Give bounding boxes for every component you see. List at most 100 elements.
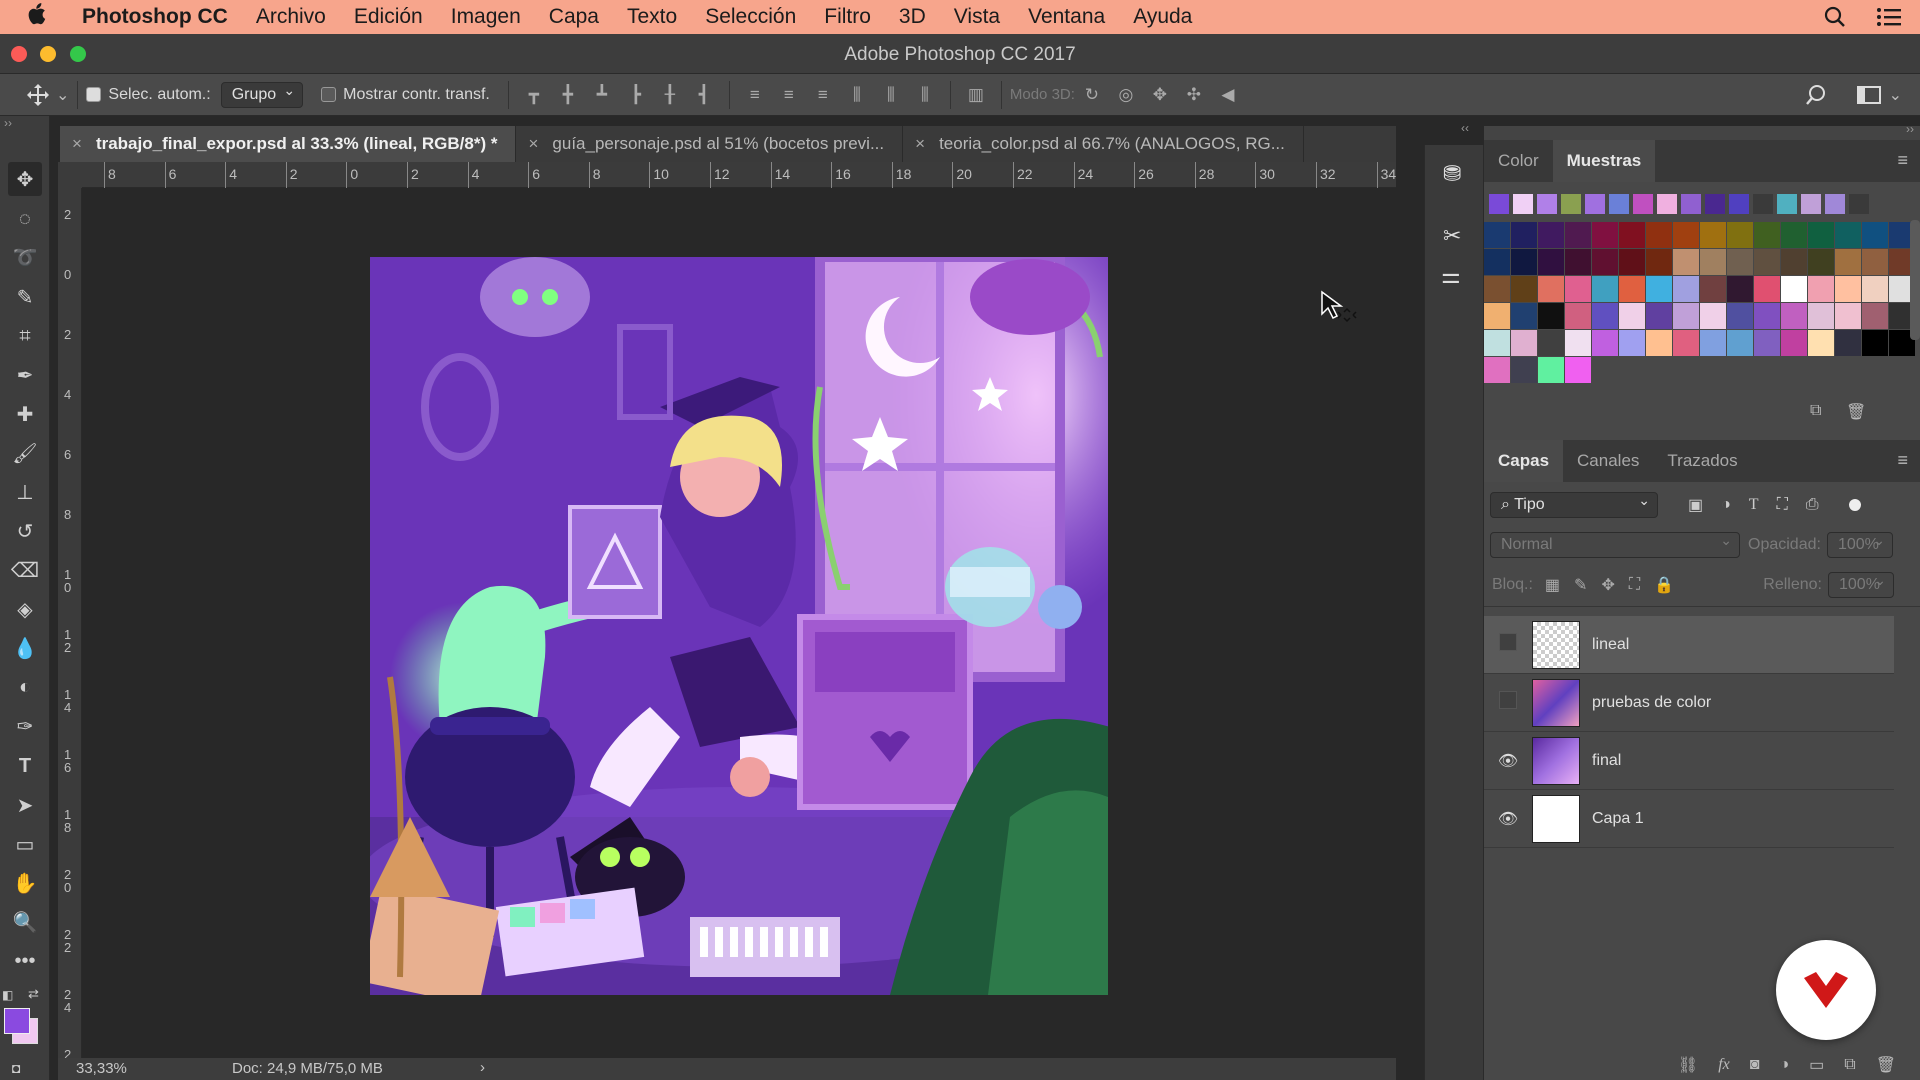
color-swatch[interactable] xyxy=(1754,249,1780,275)
color-swatch[interactable] xyxy=(1619,222,1645,248)
color-swatch[interactable] xyxy=(1538,249,1564,275)
filter-pixel-icon[interactable]: ▣ xyxy=(1688,495,1703,515)
zoom-level[interactable]: 33,33% xyxy=(76,1060,127,1077)
recent-swatch[interactable] xyxy=(1585,194,1605,214)
slide-3d-icon[interactable]: ✣ xyxy=(1184,85,1204,105)
color-swatch[interactable] xyxy=(1538,276,1564,302)
layer-name[interactable]: Capa 1 xyxy=(1592,810,1644,828)
tab-muestras[interactable]: Muestras xyxy=(1552,140,1656,182)
workspace-chevron-icon[interactable]: ⌄ xyxy=(1889,85,1902,105)
color-swatch[interactable] xyxy=(1835,249,1861,275)
auto-select-checkbox[interactable] xyxy=(86,87,102,102)
color-swatch[interactable] xyxy=(1808,222,1834,248)
menu-3d[interactable]: 3D xyxy=(899,5,926,29)
color-swatch[interactable] xyxy=(1700,276,1726,302)
color-swatch[interactable] xyxy=(1646,330,1672,356)
rectangle-tool-button[interactable]: ▭ xyxy=(8,827,42,861)
dodge-tool-button[interactable]: ◐ xyxy=(8,670,42,704)
tab-trazados[interactable]: Trazados xyxy=(1653,440,1751,482)
color-swatch[interactable] xyxy=(1862,222,1888,248)
tab-guia-personaje[interactable]: × guía_personaje.psd al 51% (bocetos pre… xyxy=(516,126,904,162)
menu-vista[interactable]: Vista xyxy=(954,5,1000,29)
move-tool-icon[interactable] xyxy=(26,83,50,107)
collapse-dock-icon[interactable]: ‹‹ xyxy=(1461,121,1469,135)
color-swatch[interactable] xyxy=(1592,222,1618,248)
align-left-icon[interactable]: ┣ xyxy=(626,85,646,105)
recent-swatch[interactable] xyxy=(1801,194,1821,214)
expand-panels-icon[interactable]: ›› xyxy=(1906,122,1914,136)
drag-3d-icon[interactable]: ✥ xyxy=(1150,85,1170,105)
color-swatch[interactable] xyxy=(1646,222,1672,248)
color-swatch[interactable] xyxy=(1511,249,1537,275)
lock-artboard-icon[interactable]: ⛶ xyxy=(1629,576,1640,594)
color-swatch[interactable] xyxy=(1538,357,1564,383)
brush-settings-icon[interactable]: ✂ xyxy=(1443,223,1461,249)
add-mask-icon[interactable]: ◙ xyxy=(1750,1056,1760,1074)
auto-select-dropdown[interactable]: Grupo xyxy=(220,81,304,108)
document-artwork[interactable] xyxy=(370,257,1108,995)
menu-ayuda[interactable]: Ayuda xyxy=(1133,5,1192,29)
path-select-tool-button[interactable]: ➤ xyxy=(8,788,42,822)
color-swatch[interactable] xyxy=(1781,330,1807,356)
recent-swatch[interactable] xyxy=(1513,194,1533,214)
color-swatch[interactable] xyxy=(1484,249,1510,275)
color-swatch[interactable] xyxy=(1808,249,1834,275)
color-swatch[interactable] xyxy=(1700,249,1726,275)
scale-3d-icon[interactable]: ◀ xyxy=(1218,85,1238,105)
color-swatch[interactable] xyxy=(1646,249,1672,275)
color-swatch[interactable] xyxy=(1484,222,1510,248)
color-swatch[interactable] xyxy=(1673,249,1699,275)
color-swatch[interactable] xyxy=(1646,303,1672,329)
notification-center-icon[interactable] xyxy=(1876,7,1902,27)
layer-name[interactable]: pruebas de color xyxy=(1592,694,1711,712)
tool-preset-chevron-icon[interactable]: ⌄ xyxy=(56,85,69,105)
color-swatch[interactable] xyxy=(1673,303,1699,329)
color-swatch[interactable] xyxy=(1592,303,1618,329)
color-swatch[interactable] xyxy=(1619,303,1645,329)
brush-tool-button[interactable]: 🖌 xyxy=(8,436,42,470)
blend-mode-dropdown[interactable]: Normal xyxy=(1490,532,1740,558)
recent-swatch[interactable] xyxy=(1825,194,1845,214)
color-swatch[interactable] xyxy=(1592,330,1618,356)
filter-toggle[interactable] xyxy=(1848,499,1861,511)
recent-swatch[interactable] xyxy=(1633,194,1653,214)
distribute-top-icon[interactable]: ≡ xyxy=(745,85,765,105)
align-right-icon[interactable]: ┫ xyxy=(694,85,714,105)
spotlight-search-icon[interactable] xyxy=(1824,6,1846,28)
layer-name[interactable]: lineal xyxy=(1592,636,1629,654)
distribute-vcenter-icon[interactable]: ≡ xyxy=(779,85,799,105)
workspace-switcher-icon[interactable] xyxy=(1856,85,1881,105)
color-swatch[interactable] xyxy=(1835,303,1861,329)
color-swatch[interactable] xyxy=(1484,303,1510,329)
color-swatch[interactable] xyxy=(1673,276,1699,302)
color-swatch[interactable] xyxy=(1862,303,1888,329)
rotate-3d-icon[interactable]: ↻ xyxy=(1082,85,1102,105)
lock-all-icon[interactable]: 🔒 xyxy=(1654,575,1674,595)
color-swatch[interactable] xyxy=(1484,276,1510,302)
menu-texto[interactable]: Texto xyxy=(627,5,677,29)
healing-tool-button[interactable]: ✚ xyxy=(8,397,42,431)
type-tool-button[interactable]: T xyxy=(8,749,42,783)
recent-swatch[interactable] xyxy=(1561,194,1581,214)
layer-visibility-toggle[interactable] xyxy=(1484,633,1532,656)
eye-icon[interactable]: 👁 xyxy=(1484,809,1532,829)
color-swatch[interactable] xyxy=(1862,330,1888,356)
new-swatch-icon[interactable]: ⧉ xyxy=(1810,402,1821,420)
move-tool-button[interactable]: ✥ xyxy=(8,162,42,196)
color-swatch[interactable] xyxy=(1781,222,1807,248)
recent-swatch[interactable] xyxy=(1609,194,1629,214)
eyedropper-tool-button[interactable]: ✒ xyxy=(8,358,42,392)
new-group-icon[interactable]: ▭ xyxy=(1809,1055,1824,1075)
tab-canales[interactable]: Canales xyxy=(1563,440,1653,482)
menu-seleccion[interactable]: Selección xyxy=(705,5,796,29)
show-transform-checkbox[interactable] xyxy=(321,87,337,102)
lasso-tool-button[interactable]: ➰ xyxy=(8,240,42,274)
more-tools-button[interactable]: ••• xyxy=(8,944,42,978)
color-swatch[interactable] xyxy=(1862,276,1888,302)
recent-swatch[interactable] xyxy=(1705,194,1725,214)
apple-icon[interactable] xyxy=(26,3,68,31)
tab-capas[interactable]: Capas xyxy=(1484,440,1564,482)
color-swatch[interactable] xyxy=(1781,249,1807,275)
recent-swatch[interactable] xyxy=(1729,194,1749,214)
color-swatch[interactable] xyxy=(1538,222,1564,248)
